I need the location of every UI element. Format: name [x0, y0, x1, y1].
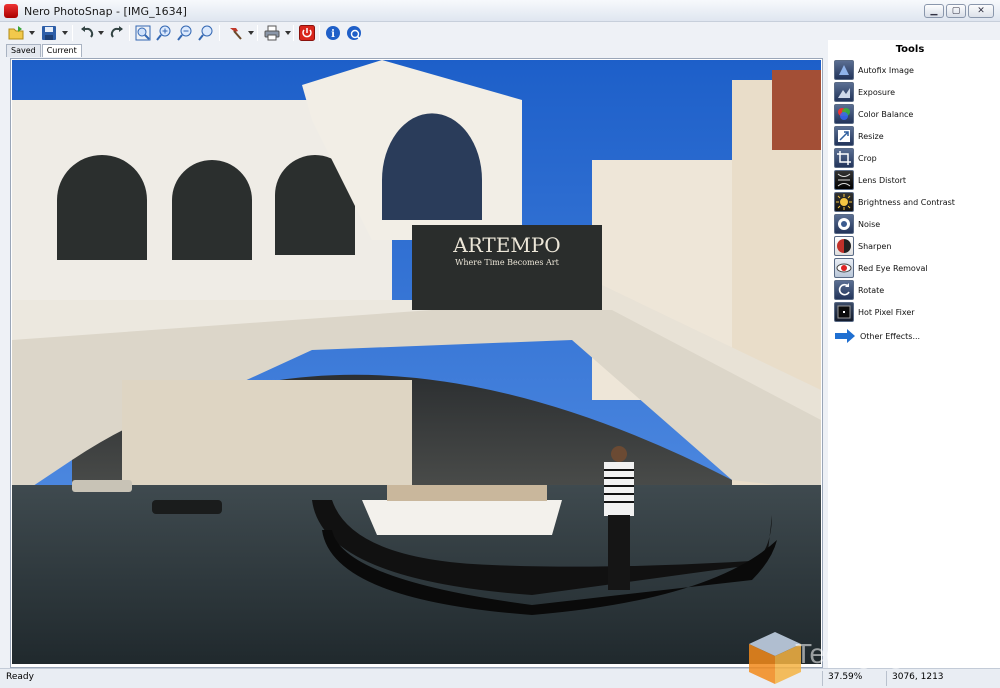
- toolbar-separator: [129, 25, 130, 41]
- tab-saved[interactable]: Saved: [6, 44, 41, 57]
- save-button[interactable]: [39, 24, 59, 42]
- tool-label: Autofix Image: [858, 65, 914, 75]
- info-icon: i: [325, 25, 341, 41]
- zoom-out-icon: [177, 25, 193, 41]
- banner-subtitle: Where Time Becomes Art: [455, 258, 559, 267]
- folder-icon: [8, 25, 24, 41]
- open-button[interactable]: [6, 24, 26, 42]
- tool-label: Sharpen: [858, 241, 892, 251]
- tools-dropdown-arrow[interactable]: [248, 31, 254, 35]
- zoom-fit-icon: [135, 25, 151, 41]
- tool-lens-distort[interactable]: Lens Distort: [834, 170, 906, 190]
- tool-label: Exposure: [858, 87, 896, 97]
- tool-color-balance[interactable]: Color Balance: [834, 104, 913, 124]
- tool-autofix-image[interactable]: Autofix Image: [834, 60, 914, 80]
- exit-button[interactable]: [298, 24, 316, 42]
- zoom-in-icon: [156, 25, 172, 41]
- tool-label: Rotate: [858, 285, 885, 295]
- tool-hot-pixel-fixer[interactable]: Hot Pixel Fixer: [834, 302, 915, 322]
- tool-brightness-contrast[interactable]: Brightness and Contrast: [834, 192, 955, 212]
- redo-button[interactable]: [108, 24, 126, 42]
- tool-sharpen[interactable]: Sharpen: [834, 236, 891, 256]
- zoom-fit-button[interactable]: [134, 24, 152, 42]
- tools-panel-title: Tools: [895, 44, 925, 55]
- help-button[interactable]: [345, 24, 363, 42]
- tool-label: Hot Pixel Fixer: [858, 307, 915, 317]
- minimize-button[interactable]: ▁: [924, 4, 944, 18]
- lens-distort-icon: [834, 170, 854, 190]
- redo-icon: [109, 25, 125, 41]
- undo-button[interactable]: [78, 24, 96, 42]
- print-dropdown-arrow[interactable]: [285, 31, 291, 35]
- tool-resize[interactable]: Resize: [834, 126, 884, 146]
- printer-icon: [264, 25, 280, 41]
- floppy-disk-icon: [41, 25, 57, 41]
- tool-other-effects[interactable]: Other Effects...: [834, 326, 920, 346]
- tools-button[interactable]: [225, 24, 245, 42]
- tools-panel: Tools Autofix Image Exposure Color Balan…: [828, 40, 1000, 668]
- watermark-text: Techgage.com: [795, 638, 984, 669]
- tool-label: Lens Distort: [858, 175, 907, 185]
- zoom-actual-button[interactable]: [197, 24, 215, 42]
- noise-icon: [834, 214, 854, 234]
- hot-pixel-icon: [834, 302, 854, 322]
- tool-noise[interactable]: Noise: [834, 214, 880, 234]
- sharpen-icon: [834, 236, 854, 256]
- save-dropdown-arrow[interactable]: [62, 31, 68, 35]
- tool-exposure[interactable]: Exposure: [834, 82, 895, 102]
- tool-label: Color Balance: [858, 109, 914, 119]
- status-text: Ready: [6, 672, 34, 682]
- autofix-icon: [834, 60, 854, 80]
- image-state-tabs: Saved Current: [6, 44, 82, 58]
- toolbar-separator: [293, 25, 294, 41]
- maximize-button[interactable]: ▢: [946, 4, 966, 18]
- window-controls: ▁ ▢ ✕: [924, 4, 994, 18]
- arrow-right-icon: [834, 329, 856, 343]
- app-icon: [4, 4, 18, 18]
- zoom-out-button[interactable]: [176, 24, 194, 42]
- title-bar: Nero PhotoSnap - [IMG_1634] ▁ ▢ ✕: [0, 0, 1000, 22]
- tool-label: Red Eye Removal: [858, 263, 928, 273]
- toolbar-separator: [257, 25, 258, 41]
- print-button[interactable]: [262, 24, 282, 42]
- crop-icon: [834, 148, 854, 168]
- techgage-watermark: Techgage.com: [745, 628, 1000, 688]
- toolbar-separator: [319, 25, 320, 41]
- tool-red-eye-removal[interactable]: Red Eye Removal: [834, 258, 928, 278]
- toolbar-separator: [219, 25, 220, 41]
- tool-label: Crop: [858, 153, 877, 163]
- tool-label: Other Effects...: [860, 331, 921, 341]
- tool-label: Noise: [858, 219, 881, 229]
- hammer-icon: [227, 25, 243, 41]
- help-icon: [346, 25, 362, 41]
- open-dropdown-arrow[interactable]: [29, 31, 35, 35]
- resize-icon: [834, 126, 854, 146]
- zoom-actual-icon: [198, 25, 214, 41]
- image-canvas[interactable]: ARTEMPO Where Time Becomes Art: [12, 60, 821, 664]
- undo-dropdown-arrow[interactable]: [98, 31, 104, 35]
- undo-icon: [79, 25, 95, 41]
- exposure-icon: [834, 82, 854, 102]
- close-button[interactable]: ✕: [968, 4, 994, 18]
- banner-title: ARTEMPO: [452, 233, 560, 257]
- tool-crop[interactable]: Crop: [834, 148, 877, 168]
- tab-current[interactable]: Current: [41, 44, 82, 57]
- tool-rotate[interactable]: Rotate: [834, 280, 884, 300]
- brightness-contrast-icon: [834, 192, 854, 212]
- red-eye-icon: [834, 258, 854, 278]
- toolbar-separator: [72, 25, 73, 41]
- venice-bridge-photo: ARTEMPO Where Time Becomes Art: [12, 60, 821, 664]
- svg-text:i: i: [331, 29, 335, 40]
- window-title: Nero PhotoSnap - [IMG_1634]: [24, 5, 187, 18]
- tool-label: Resize: [858, 131, 884, 141]
- tool-label: Brightness and Contrast: [858, 197, 955, 207]
- rotate-icon: [834, 280, 854, 300]
- info-button[interactable]: i: [324, 24, 342, 42]
- zoom-in-button[interactable]: [155, 24, 173, 42]
- power-icon: [299, 25, 315, 41]
- color-balance-icon: [834, 104, 854, 124]
